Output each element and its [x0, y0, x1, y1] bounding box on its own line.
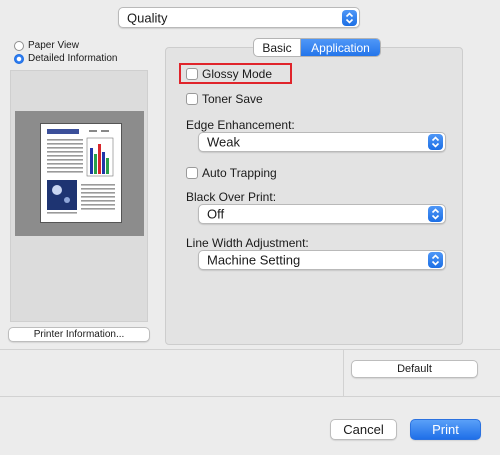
auto-trapping-label: Auto Trapping: [202, 166, 277, 180]
black-over-print-label: Black Over Print:: [186, 190, 277, 204]
page-preview-graphic: [47, 129, 115, 214]
printer-information-button[interactable]: Printer Information...: [8, 327, 150, 342]
auto-trapping-checkbox[interactable]: [186, 167, 198, 179]
line-width-adjustment-label: Line Width Adjustment:: [186, 236, 309, 250]
print-button[interactable]: Print: [410, 419, 481, 440]
printer-information-label: Printer Information...: [33, 329, 125, 340]
detailed-information-label: Detailed Information: [28, 53, 118, 64]
glossy-mode-label: Glossy Mode: [202, 67, 273, 81]
default-button[interactable]: Default: [351, 360, 478, 378]
chevron-updown-icon: [428, 252, 443, 268]
edge-enhancement-popup[interactable]: Weak: [198, 132, 446, 152]
cancel-button[interactable]: Cancel: [330, 419, 397, 440]
preview-panel: [10, 70, 148, 322]
edge-enhancement-label: Edge Enhancement:: [186, 118, 295, 132]
page-preview-thumbnail: [40, 123, 122, 223]
toner-save-label: Toner Save: [202, 92, 263, 106]
horizontal-divider: [0, 349, 500, 350]
footer-divider: [0, 396, 500, 397]
detailed-information-radio[interactable]: [14, 54, 24, 64]
quality-popup-value: Quality: [127, 10, 168, 25]
cancel-button-label: Cancel: [343, 422, 384, 437]
edge-enhancement-value: Weak: [207, 134, 240, 150]
tab-application[interactable]: Application: [301, 39, 380, 56]
tab-basic[interactable]: Basic: [254, 39, 301, 56]
toner-save-checkbox[interactable]: [186, 93, 198, 105]
line-width-adjustment-value: Machine Setting: [207, 252, 301, 268]
black-over-print-value: Off: [207, 206, 225, 222]
black-over-print-popup[interactable]: Off: [198, 204, 446, 224]
default-button-label: Default: [397, 363, 432, 375]
glossy-mode-checkbox[interactable]: [186, 68, 198, 80]
chevron-updown-icon: [428, 206, 443, 222]
paper-view-radio[interactable]: [14, 41, 24, 51]
line-width-adjustment-popup[interactable]: Machine Setting: [198, 250, 446, 270]
paper-view-label: Paper View: [28, 40, 79, 51]
print-button-label: Print: [432, 422, 459, 437]
quality-popup[interactable]: Quality: [118, 7, 360, 28]
vertical-divider: [343, 350, 344, 396]
tab-bar: Basic Application: [253, 38, 381, 57]
chevron-updown-icon: [342, 9, 357, 26]
chevron-updown-icon: [428, 134, 443, 150]
